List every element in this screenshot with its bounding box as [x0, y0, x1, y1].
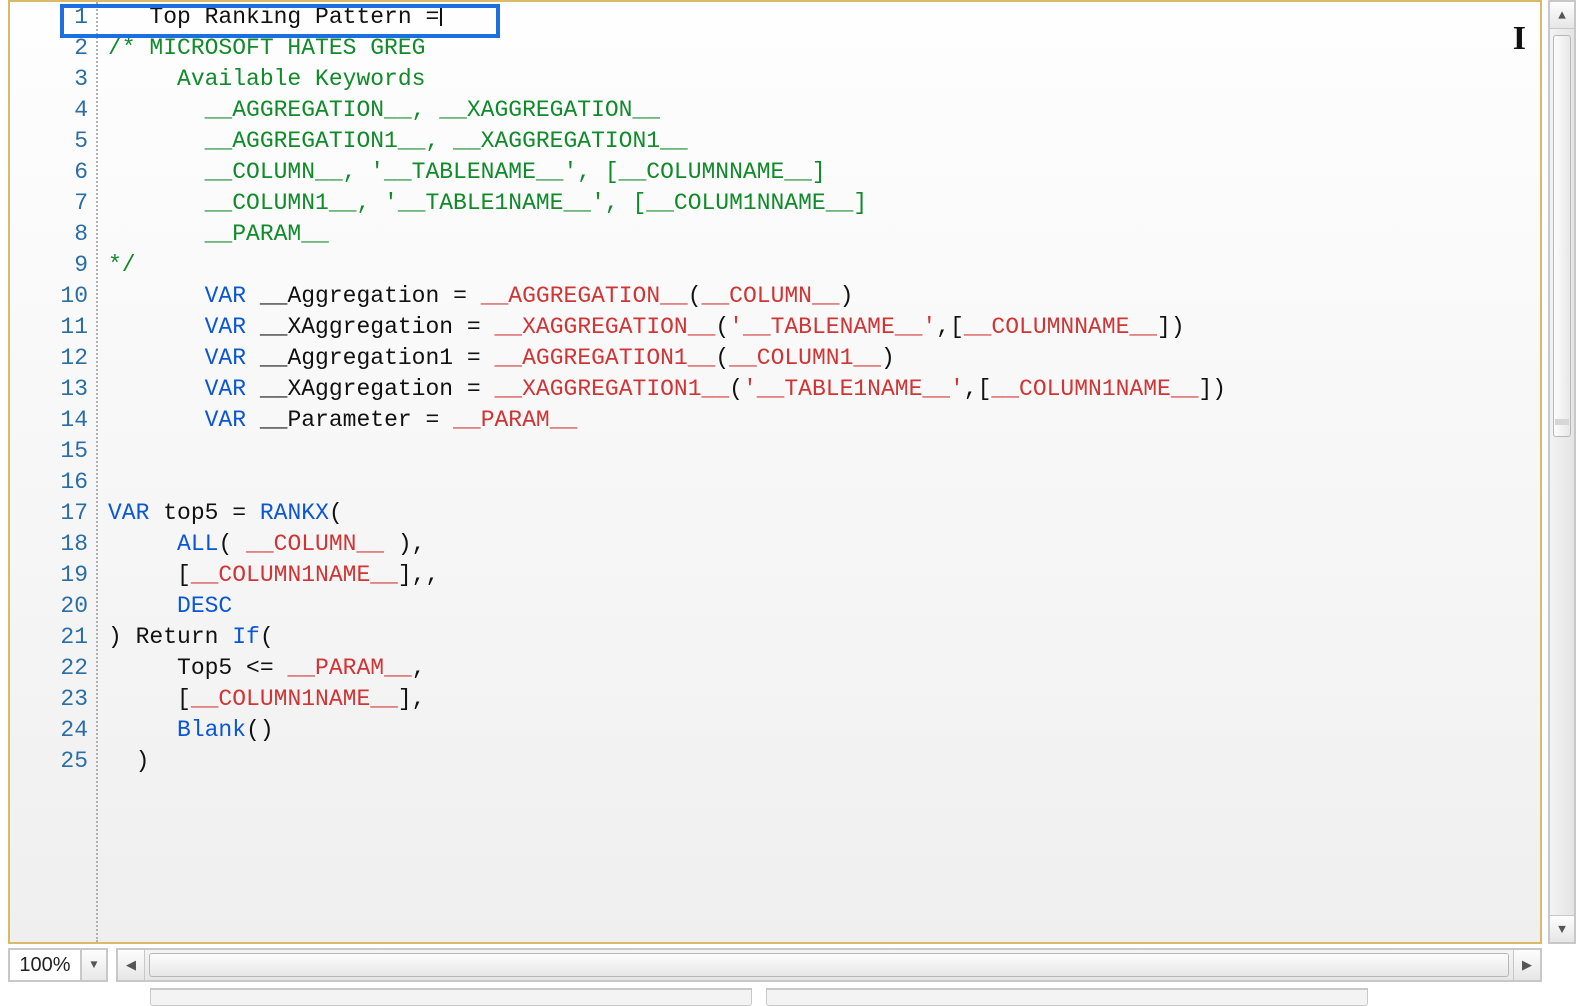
vertical-scroll-track[interactable]	[1550, 29, 1574, 915]
code-line[interactable]: __AGGREGATION1__, __XAGGREGATION1__	[108, 126, 1534, 157]
code-line[interactable]: ALL( __COLUMN__ ),	[108, 529, 1534, 560]
caret	[440, 4, 442, 26]
line-number: 4	[10, 95, 96, 126]
horizontal-scroll-thumb[interactable]	[149, 953, 1509, 977]
code-line[interactable]: VAR top5 = RANKX(	[108, 498, 1534, 529]
line-number: 14	[10, 405, 96, 436]
zoom-dropdown-button[interactable]: ▼	[82, 948, 108, 982]
code-line[interactable]: __PARAM__	[108, 219, 1534, 250]
code-line[interactable]: */	[108, 250, 1534, 281]
code-line[interactable]: [__COLUMN1NAME__],,	[108, 560, 1534, 591]
code-line[interactable]: VAR __Parameter = __PARAM__	[108, 405, 1534, 436]
horizontal-scroll-track[interactable]	[145, 950, 1513, 980]
line-number: 15	[10, 436, 96, 467]
code-editor-viewport[interactable]: 1234567891011121314151617181920212223242…	[8, 0, 1542, 944]
code-line[interactable]: )	[108, 746, 1534, 777]
code-line[interactable]: ) Return If(	[108, 622, 1534, 653]
code-line[interactable]: __COLUMN1__, '__TABLE1NAME__', [__COLUM1…	[108, 188, 1534, 219]
line-number: 6	[10, 157, 96, 188]
code-line[interactable]: Top Ranking Pattern =	[108, 2, 1534, 33]
code-line[interactable]: Available Keywords	[108, 64, 1534, 95]
code-line[interactable]: VAR __XAggregation = __XAGGREGATION__('_…	[108, 312, 1534, 343]
line-number: 22	[10, 653, 96, 684]
line-number: 13	[10, 374, 96, 405]
line-number: 3	[10, 64, 96, 95]
line-number: 23	[10, 684, 96, 715]
code-line[interactable]	[108, 436, 1534, 467]
code-line[interactable]: VAR __XAggregation = __XAGGREGATION1__('…	[108, 374, 1534, 405]
code-line[interactable]: VAR __Aggregation1 = __AGGREGATION1__(__…	[108, 343, 1534, 374]
code-line[interactable]: [__COLUMN1NAME__],	[108, 684, 1534, 715]
dax-editor: 1234567891011121314151617181920212223242…	[0, 0, 1584, 994]
line-number: 9	[10, 250, 96, 281]
line-number: 19	[10, 560, 96, 591]
code-line[interactable]: DESC	[108, 591, 1534, 622]
line-number: 8	[10, 219, 96, 250]
line-number: 18	[10, 529, 96, 560]
scroll-up-button[interactable]: ▲	[1550, 2, 1574, 29]
line-number: 10	[10, 281, 96, 312]
code-line[interactable]	[108, 467, 1534, 498]
scroll-left-button[interactable]: ◀	[118, 950, 145, 980]
vertical-scroll-thumb[interactable]	[1553, 35, 1571, 437]
line-number: 20	[10, 591, 96, 622]
line-number: 7	[10, 188, 96, 219]
editor-footer: 100% ▼ ◀ ▶	[8, 948, 1542, 982]
line-number: 25	[10, 746, 96, 777]
line-number: 17	[10, 498, 96, 529]
scroll-marker	[1555, 419, 1569, 425]
line-number: 24	[10, 715, 96, 746]
code-line[interactable]: Blank()	[108, 715, 1534, 746]
bottom-empty-tabs	[150, 988, 1524, 1006]
line-number: 21	[10, 622, 96, 653]
line-number: 16	[10, 467, 96, 498]
line-number: 11	[10, 312, 96, 343]
line-number: 2	[10, 33, 96, 64]
code-line[interactable]: /* MICROSOFT HATES GREG	[108, 33, 1534, 64]
bottom-tab-placeholder[interactable]	[766, 988, 1368, 1006]
line-number-gutter: 1234567891011121314151617181920212223242…	[10, 2, 98, 942]
line-number: 5	[10, 126, 96, 157]
scroll-down-button[interactable]: ▼	[1550, 915, 1574, 942]
bottom-tab-placeholder[interactable]	[150, 988, 752, 1006]
code-line[interactable]: VAR __Aggregation = __AGGREGATION__(__CO…	[108, 281, 1534, 312]
text-cursor-icon: I	[1513, 20, 1526, 58]
code-content[interactable]: Top Ranking Pattern =/* MICROSOFT HATES …	[108, 2, 1534, 942]
line-number: 12	[10, 343, 96, 374]
code-line[interactable]: __AGGREGATION__, __XAGGREGATION__	[108, 95, 1534, 126]
horizontal-scrollbar[interactable]: ◀ ▶	[116, 948, 1542, 982]
line-number: 1	[10, 2, 96, 33]
code-line[interactable]: __COLUMN__, '__TABLENAME__', [__COLUMNNA…	[108, 157, 1534, 188]
vertical-scrollbar[interactable]: ▲ ▼	[1548, 0, 1576, 944]
zoom-level[interactable]: 100%	[8, 948, 82, 982]
scroll-right-button[interactable]: ▶	[1513, 950, 1540, 980]
code-line[interactable]: Top5 <= __PARAM__,	[108, 653, 1534, 684]
